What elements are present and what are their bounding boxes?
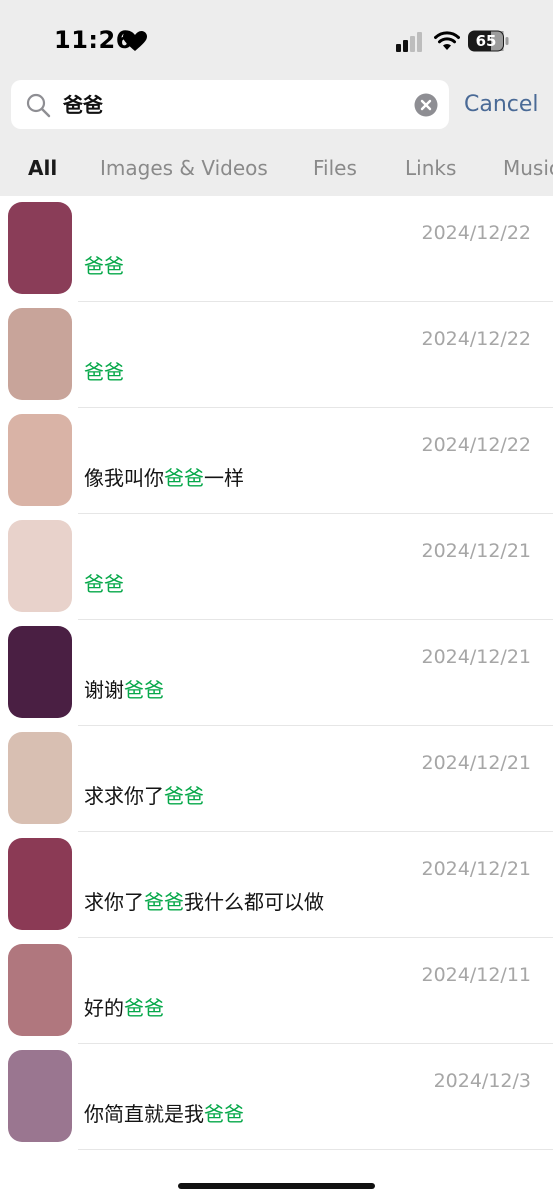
result-snippet: 爸爸 (84, 568, 124, 597)
result-row[interactable]: 2024/12/21 谢谢爸爸 (0, 620, 553, 726)
snippet-text: 一样 (204, 466, 244, 490)
result-row[interactable]: 2024/12/22 爸爸 (0, 302, 553, 408)
result-row[interactable]: 2024/12/21 求你了爸爸我什么都可以做 (0, 832, 553, 938)
result-date: 2024/12/21 (421, 858, 531, 880)
snippet-text: 求你了 (84, 890, 144, 914)
home-indicator[interactable] (178, 1183, 375, 1189)
snippet-text: 你简直就是我 (84, 1102, 204, 1126)
result-snippet: 好的爸爸 (84, 992, 164, 1021)
snippet-match: 爸爸 (124, 996, 164, 1020)
snippet-match: 爸爸 (84, 572, 124, 596)
result-row[interactable]: 2024/12/21 爸爸 (0, 514, 553, 620)
wifi-icon (434, 31, 460, 50)
result-snippet: 求求你了爸爸 (84, 780, 204, 809)
heart-icon (123, 31, 147, 51)
result-snippet: 爸爸 (84, 250, 124, 279)
result-date: 2024/12/22 (421, 222, 531, 244)
avatar (8, 414, 72, 506)
result-snippet: 像我叫你爸爸一样 (84, 462, 244, 491)
snippet-match: 爸爸 (164, 466, 204, 490)
battery-indicator: 65 (468, 30, 510, 52)
snippet-text: 像我叫你 (84, 466, 164, 490)
avatar (8, 732, 72, 824)
snippet-match: 爸爸 (84, 360, 124, 384)
cancel-button[interactable]: Cancel (464, 88, 539, 122)
clear-search-icon[interactable] (414, 93, 438, 117)
avatar (8, 944, 72, 1036)
snippet-match: 爸爸 (144, 890, 184, 914)
result-date: 2024/12/21 (421, 540, 531, 562)
result-date: 2024/12/22 (421, 328, 531, 350)
search-input[interactable]: 爸爸 (63, 90, 103, 120)
result-snippet: 求你了爸爸我什么都可以做 (84, 886, 324, 915)
result-snippet: 你简直就是我爸爸 (84, 1098, 244, 1127)
result-date: 2024/12/3 (433, 1070, 531, 1092)
filter-tabs: All Images & Videos Files Links Music (0, 150, 553, 190)
search-results-list: 2024/12/22 爸爸 2024/12/22 爸爸 2024/12/22 像… (0, 196, 553, 1200)
snippet-match: 爸爸 (84, 254, 124, 278)
result-snippet: 谢谢爸爸 (84, 674, 164, 703)
avatar (8, 308, 72, 400)
result-row[interactable]: 2024/12/3 你简直就是我爸爸 (0, 1044, 553, 1150)
battery-level: 65 (475, 32, 497, 50)
tab-links[interactable]: Links (405, 156, 456, 180)
avatar (8, 520, 72, 612)
result-date: 2024/12/21 (421, 752, 531, 774)
snippet-match: 爸爸 (124, 678, 164, 702)
snippet-text: 谢谢 (84, 678, 124, 702)
result-row[interactable]: 2024/12/21 求求你了爸爸 (0, 726, 553, 832)
tab-images-videos[interactable]: Images & Videos (100, 156, 268, 180)
top-bar: 11:26 65 爸爸 Cancel All Images & Videos F… (0, 0, 553, 196)
tab-files[interactable]: Files (313, 156, 357, 180)
avatar (8, 626, 72, 718)
search-icon (26, 93, 51, 118)
avatar (8, 202, 72, 294)
snippet-text: 我什么都可以做 (184, 890, 324, 914)
tab-all[interactable]: All (28, 156, 57, 180)
tab-music[interactable]: Music (503, 156, 553, 180)
search-box[interactable]: 爸爸 (11, 80, 449, 129)
result-snippet: 爸爸 (84, 356, 124, 385)
result-row[interactable]: 2024/12/22 爸爸 (0, 196, 553, 302)
avatar (8, 838, 72, 930)
snippet-text: 好的 (84, 996, 124, 1020)
snippet-match: 爸爸 (164, 784, 204, 808)
result-date: 2024/12/21 (421, 646, 531, 668)
result-date: 2024/12/22 (421, 434, 531, 456)
row-divider (78, 1149, 553, 1150)
result-row[interactable]: 2024/12/11 好的爸爸 (0, 938, 553, 1044)
snippet-text: 求求你了 (84, 784, 164, 808)
result-row[interactable]: 2024/12/22 像我叫你爸爸一样 (0, 408, 553, 514)
snippet-match: 爸爸 (204, 1102, 244, 1126)
cellular-signal-icon (396, 32, 422, 52)
result-date: 2024/12/11 (421, 964, 531, 986)
avatar (8, 1050, 72, 1142)
